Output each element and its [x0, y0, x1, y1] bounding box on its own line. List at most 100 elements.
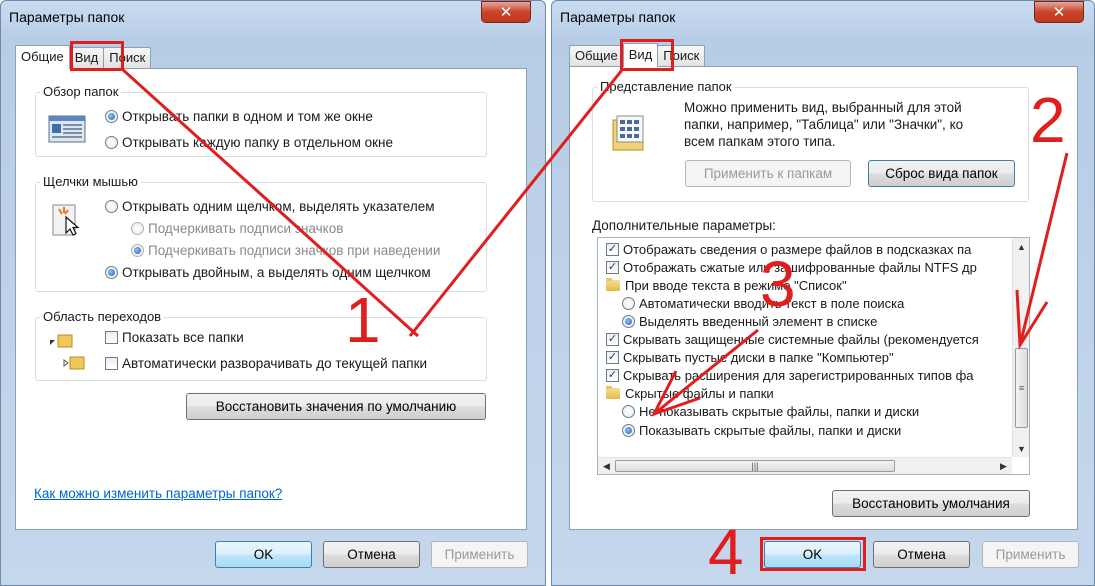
radio-underline-hover[interactable]: Подчеркивать подписи значков при наведен… [131, 243, 440, 258]
scroll-up-icon[interactable]: ▲ [1013, 238, 1029, 255]
folder-view-icon [611, 114, 649, 152]
mouse-click-icon [50, 203, 84, 241]
scroll-down-icon[interactable]: ▼ [1013, 440, 1029, 457]
apply-to-folders-button[interactable]: Применить к папкам [685, 160, 851, 187]
advanced-setting-item[interactable]: Выделять введенный элемент в списке [622, 312, 877, 330]
radio-label: Подчеркивать подписи значков [148, 221, 344, 236]
group-title: Щелчки мышью [40, 174, 141, 189]
radio-button[interactable] [622, 405, 635, 419]
apply-button[interactable]: Применить [982, 541, 1079, 568]
checkbox[interactable] [105, 331, 118, 344]
folder-options-window-view: Параметры папок ✕ Общие Вид Поиск Предст… [551, 0, 1095, 586]
radio-underline-always[interactable]: Подчеркивать подписи значков [131, 221, 343, 236]
cancel-button[interactable]: Отмена [873, 541, 970, 568]
radio-button[interactable] [622, 423, 635, 437]
radio-button[interactable] [131, 222, 144, 235]
title-bar[interactable]: Параметры папок ✕ [1, 1, 545, 35]
group-browse-folders: Обзор папок Открывать папки в одном и то… [35, 84, 487, 157]
advanced-setting-item[interactable]: ✓ Скрывать расширения для зарегистрирован… [606, 367, 974, 385]
advanced-settings-label: Дополнительные параметры: [592, 218, 776, 233]
advanced-setting-item[interactable]: ✓ Скрывать пустые диски в папке "Компьюте… [606, 349, 894, 367]
checkbox[interactable]: ✓ [606, 333, 619, 346]
radio-open-same-window[interactable]: Открывать папки в одном и том же окне [105, 109, 373, 124]
advanced-setting-item: Скрытые файлы и папки [606, 385, 774, 403]
group-title: Область переходов [40, 309, 165, 324]
folder-view-description: Можно применить вид, выбранный для этой … [684, 100, 964, 149]
close-button[interactable]: ✕ [1034, 1, 1084, 23]
grip-icon: ≡ [1018, 383, 1025, 393]
checkbox[interactable] [105, 357, 118, 370]
annotation-step-3: 3 [760, 248, 796, 320]
reset-folders-button[interactable]: Сброс вида папок [868, 160, 1015, 187]
checkbox-show-all-folders[interactable]: Показать все папки [105, 330, 244, 345]
setting-label: Отображать сведения о размере файлов в п… [623, 241, 972, 257]
radio-button[interactable] [105, 136, 118, 149]
annotation-box-view-tab [70, 41, 124, 71]
tab-strip: Общие Вид Поиск [569, 43, 706, 67]
tab-general[interactable]: Общие [569, 45, 624, 67]
setting-label: Показывать скрытые файлы, папки и диски [639, 422, 902, 438]
restore-defaults-button[interactable]: Восстановить значения по умолчанию [186, 393, 486, 420]
close-icon: ✕ [499, 3, 513, 21]
annotation-box-ok [760, 537, 866, 571]
horizontal-scrollbar[interactable]: ◀ ||| ▶ [598, 457, 1012, 474]
radio-button[interactable] [105, 200, 118, 213]
close-button[interactable]: ✕ [481, 1, 531, 23]
setting-label: Отображать сжатые или зашифрованные файл… [623, 259, 977, 275]
radio-label: Открывать папки в одном и том же окне [122, 109, 373, 124]
folder-icon [606, 277, 620, 291]
advanced-settings-list[interactable]: Показывать скрытые файлы, папки и диски Н… [597, 237, 1030, 475]
annotation-step-1: 1 [345, 284, 381, 356]
browse-folders-icon [48, 115, 86, 143]
radio-button[interactable] [131, 244, 144, 257]
scroll-thumb[interactable]: ||| [615, 460, 895, 472]
checkbox[interactable]: ✓ [606, 351, 619, 365]
title-bar[interactable]: Параметры папок ✕ [552, 1, 1094, 35]
radio-button[interactable] [105, 110, 118, 123]
checkbox[interactable]: ✓ [606, 369, 619, 383]
setting-label: Скрывать пустые диски в папке "Компьютер… [623, 350, 894, 366]
radio-label: Подчеркивать подписи значков при наведен… [148, 243, 441, 258]
radio-open-new-window[interactable]: Открывать каждую папку в отдельном окне [105, 135, 393, 150]
tab-general[interactable]: Общие [15, 45, 70, 69]
folder-options-window-general: Параметры папок ✕ Общие Вид Поиск Обзор … [0, 0, 546, 586]
window-title: Параметры папок [9, 9, 125, 25]
annotation-step-4: 4 [708, 516, 744, 586]
advanced-setting-item[interactable]: Показывать скрытые файлы, папки и диски [622, 421, 901, 439]
radio-single-click[interactable]: Открывать одним щелчком, выделять указат… [105, 199, 435, 214]
advanced-setting-item: При вводе текста в режиме "Список" [606, 276, 847, 294]
group-mouse-clicks: Щелчки мышью Открывать одним щелчком, вы… [35, 174, 487, 292]
vertical-scrollbar[interactable]: ▲ ≡ ▼ [1012, 238, 1029, 457]
checkbox[interactable]: ✓ [606, 260, 619, 274]
setting-label: При вводе текста в режиме "Список" [625, 277, 847, 293]
tab-panel-view: Представление папок Можно применить вид,… [569, 66, 1078, 530]
group-title: Представление папок [597, 79, 735, 94]
setting-label: Скрывать расширения для зарегистрированн… [623, 368, 974, 384]
cancel-button[interactable]: Отмена [323, 541, 420, 568]
checkbox-auto-expand[interactable]: Автоматически разворачивать до текущей п… [105, 356, 427, 371]
advanced-setting-item[interactable]: ✓ Скрывать защищенные системные файлы (ре… [606, 331, 979, 349]
help-link[interactable]: Как можно изменить параметры папок? [34, 486, 282, 501]
grip-icon: ||| [751, 461, 759, 471]
scroll-right-icon[interactable]: ▶ [995, 458, 1012, 474]
scroll-left-icon[interactable]: ◀ [598, 458, 615, 474]
setting-label: Скрытые файлы и папки [625, 386, 774, 402]
checkbox[interactable]: ✓ [606, 242, 619, 256]
restore-defaults-button[interactable]: Восстановить умолчания [832, 490, 1030, 517]
radio-label: Открывать одним щелчком, выделять указат… [122, 199, 435, 214]
radio-button[interactable] [105, 266, 118, 279]
tab-view[interactable]: Вид [622, 43, 659, 67]
radio-button[interactable] [622, 314, 635, 328]
ok-button[interactable]: OK [215, 541, 312, 568]
tab-panel-general: Обзор папок Открывать папки в одном и то… [15, 68, 527, 530]
group-title: Обзор папок [40, 84, 122, 99]
advanced-setting-item[interactable]: Не показывать скрытые файлы, папки и дис… [622, 403, 919, 421]
radio-label: Открывать двойным, а выделять одним щелч… [122, 265, 431, 280]
close-icon: ✕ [1052, 3, 1066, 21]
scroll-thumb[interactable]: ≡ [1015, 348, 1028, 428]
setting-label: Не показывать скрытые файлы, папки и дис… [639, 404, 920, 420]
folder-icon [606, 386, 620, 400]
radio-button[interactable] [622, 296, 635, 310]
apply-button[interactable]: Применить [431, 541, 528, 568]
radio-double-click[interactable]: Открывать двойным, а выделять одним щелч… [105, 265, 431, 280]
